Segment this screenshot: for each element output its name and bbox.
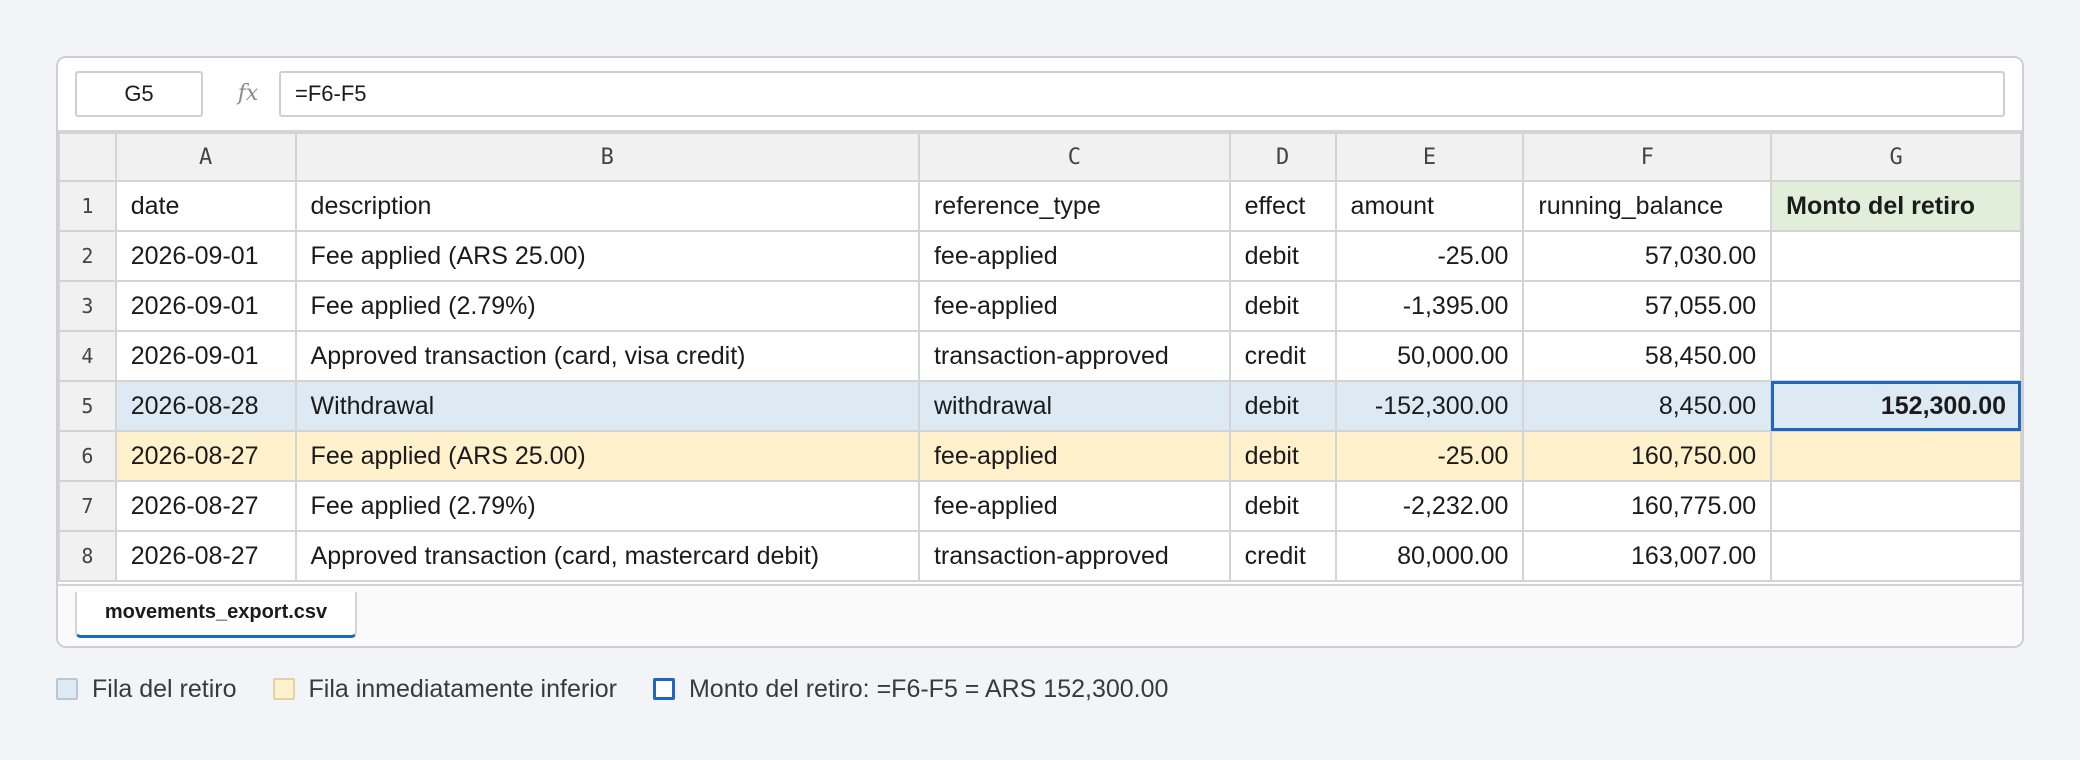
legend-item-amount: Monto del retiro: =F6-F5 = ARS 152,300.0… — [652, 674, 1169, 704]
cell[interactable]: 163,007.00 — [1522, 530, 1773, 582]
cell[interactable] — [1770, 530, 2022, 582]
cell[interactable]: 2026-09-01 — [114, 330, 297, 382]
cell[interactable]: effect — [1228, 180, 1337, 232]
cell[interactable]: Approved transaction (card, visa credit) — [294, 330, 920, 382]
cell[interactable]: -152,300.00 — [1334, 380, 1525, 432]
cell[interactable]: fee-applied — [917, 280, 1231, 332]
fx-icon: fx — [237, 81, 259, 106]
name-box[interactable]: G5 — [75, 71, 203, 117]
legend-label: Fila del retiro — [92, 674, 237, 703]
cell[interactable] — [1770, 480, 2022, 532]
legend-label: Fila inmediatamente inferior — [308, 674, 617, 703]
cell[interactable]: 2026-08-27 — [114, 480, 297, 532]
table-row: 4 2026-09-01 Approved transaction (card,… — [58, 330, 2022, 382]
cell[interactable]: 2026-08-27 — [114, 430, 297, 482]
cell[interactable]: -25.00 — [1334, 430, 1525, 482]
cell[interactable]: debit — [1228, 480, 1337, 532]
cell[interactable]: Fee applied (2.79%) — [294, 480, 920, 532]
table-row: 7 2026-08-27 Fee applied (2.79%) fee-app… — [58, 480, 2022, 532]
cell[interactable]: 2026-08-28 — [114, 380, 297, 432]
table-row: 1 date description reference_type effect… — [58, 180, 2022, 232]
cell[interactable] — [1770, 280, 2022, 332]
legend: Fila del retiro Fila inmediatamente infe… — [56, 674, 1204, 704]
cell[interactable]: 2026-09-01 — [114, 230, 297, 282]
cell[interactable]: credit — [1228, 530, 1337, 582]
cell[interactable]: credit — [1228, 330, 1337, 382]
cell[interactable]: reference_type — [917, 180, 1231, 232]
cell[interactable]: -25.00 — [1334, 230, 1525, 282]
legend-item-row-below: Fila inmediatamente inferior — [272, 674, 617, 704]
column-header-d[interactable]: D — [1228, 132, 1337, 182]
cell[interactable] — [1770, 230, 2022, 282]
yellow-swatch-icon — [272, 678, 295, 700]
cell[interactable]: 57,055.00 — [1522, 280, 1773, 332]
cell[interactable]: date — [114, 180, 297, 232]
cell[interactable]: Withdrawal — [294, 380, 920, 432]
cell[interactable]: debit — [1228, 230, 1337, 282]
table-row-withdrawal: 5 2026-08-28 Withdrawal withdrawal debit… — [58, 380, 2022, 432]
cell[interactable]: Monto del retiro — [1770, 180, 2022, 232]
cell[interactable]: 160,750.00 — [1522, 430, 1773, 482]
cell[interactable]: 160,775.00 — [1522, 480, 1773, 532]
row-number[interactable]: 1 — [58, 180, 117, 232]
column-header-f[interactable]: F — [1522, 132, 1773, 182]
cell[interactable]: amount — [1334, 180, 1525, 232]
cell[interactable]: 2026-08-27 — [114, 530, 297, 582]
formula-input[interactable]: =F6-F5 — [279, 71, 2005, 117]
cell[interactable]: 8,450.00 — [1522, 380, 1773, 432]
cell[interactable]: debit — [1228, 430, 1337, 482]
cell[interactable]: Fee applied (ARS 25.00) — [294, 430, 920, 482]
cell[interactable]: Fee applied (ARS 25.00) — [294, 230, 920, 282]
cell[interactable]: Approved transaction (card, mastercard d… — [294, 530, 920, 582]
cell[interactable]: withdrawal — [917, 380, 1231, 432]
cell[interactable]: 58,450.00 — [1522, 330, 1773, 382]
cell[interactable]: 2026-09-01 — [114, 280, 297, 332]
cell[interactable]: 57,030.00 — [1522, 230, 1773, 282]
sheet-tab-strip: movements_export.csv — [58, 584, 2022, 646]
cell[interactable]: Fee applied (2.79%) — [294, 280, 920, 332]
legend-item-withdrawal-row: Fila del retiro — [56, 675, 237, 704]
spreadsheet-grid: A B C D E F G 1 date description referen… — [58, 132, 2022, 582]
cell[interactable]: fee-applied — [917, 480, 1231, 532]
spreadsheet-window: G5 fx =F6-F5 A B C D E F G 1 date descri… — [56, 56, 2024, 648]
column-header-row: A B C D E F G — [58, 132, 2022, 182]
row-number[interactable]: 8 — [58, 530, 117, 582]
sheet-tab-movements-export[interactable]: movements_export.csv — [75, 592, 357, 638]
cell[interactable]: -2,232.00 — [1334, 480, 1525, 532]
column-header-c[interactable]: C — [917, 132, 1231, 182]
cell[interactable]: debit — [1228, 380, 1337, 432]
row-number[interactable]: 3 — [58, 280, 117, 332]
cell[interactable]: transaction-approved — [917, 330, 1231, 382]
column-header-b[interactable]: B — [294, 132, 920, 182]
cell[interactable] — [1770, 330, 2022, 382]
cell[interactable]: 80,000.00 — [1334, 530, 1525, 582]
cell[interactable]: fee-applied — [917, 430, 1231, 482]
column-header-e[interactable]: E — [1334, 132, 1525, 182]
cell[interactable]: running_balance — [1522, 180, 1773, 232]
column-header-g[interactable]: G — [1770, 132, 2022, 182]
select-all-corner[interactable] — [58, 132, 117, 182]
row-number[interactable]: 4 — [58, 330, 117, 382]
cell[interactable]: description — [294, 180, 920, 232]
column-header-a[interactable]: A — [114, 132, 297, 182]
cell[interactable]: 50,000.00 — [1334, 330, 1525, 382]
cell[interactable] — [1770, 430, 2022, 482]
selected-cell-g5[interactable]: 152,300.00 — [1770, 380, 2022, 432]
row-number[interactable]: 7 — [58, 480, 117, 532]
formula-bar: G5 fx =F6-F5 — [58, 58, 2022, 132]
table-row-below-withdrawal: 6 2026-08-27 Fee applied (ARS 25.00) fee… — [58, 430, 2022, 482]
table-row: 2 2026-09-01 Fee applied (ARS 25.00) fee… — [58, 230, 2022, 282]
row-number[interactable]: 6 — [58, 430, 117, 482]
cell[interactable]: fee-applied — [917, 230, 1231, 282]
row-number[interactable]: 5 — [58, 380, 117, 432]
table-row: 3 2026-09-01 Fee applied (2.79%) fee-app… — [58, 280, 2022, 332]
cell[interactable]: debit — [1228, 280, 1337, 332]
table-row: 8 2026-08-27 Approved transaction (card,… — [58, 530, 2022, 582]
row-number[interactable]: 2 — [58, 230, 117, 282]
selection-outline-icon — [652, 678, 675, 700]
legend-label: Monto del retiro: =F6-F5 = ARS 152,300.0… — [688, 674, 1169, 703]
blue-swatch-icon — [56, 678, 78, 700]
cell[interactable]: transaction-approved — [917, 530, 1231, 582]
cell[interactable]: -1,395.00 — [1334, 280, 1525, 332]
